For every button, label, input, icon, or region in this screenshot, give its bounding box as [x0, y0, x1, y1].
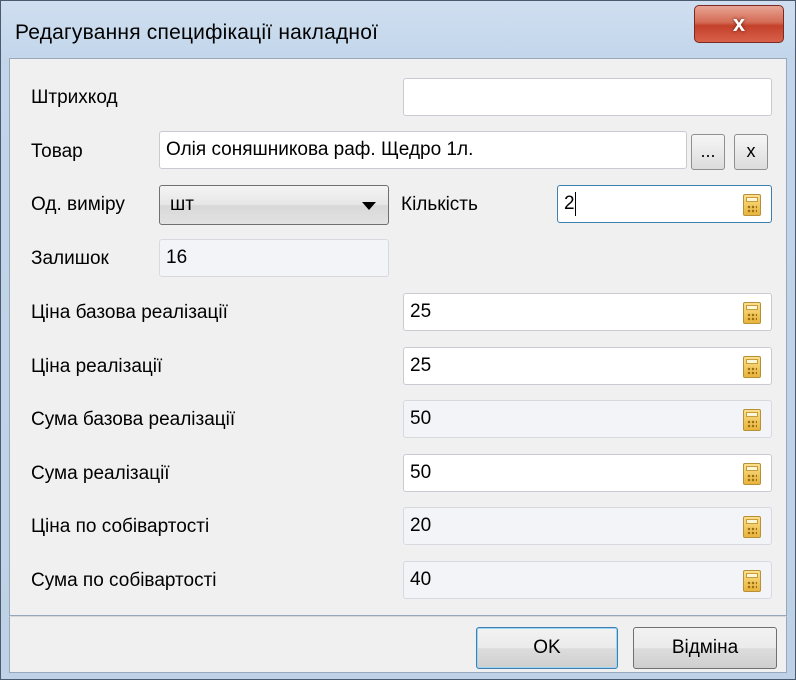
sum-label: Сума реалізації [31, 463, 170, 484]
quantity-input[interactable]: 2 [557, 185, 772, 223]
sum-value: 50 [410, 462, 432, 483]
close-button[interactable]: x [694, 5, 784, 43]
window-title: Редагування специфікації накладної [15, 21, 379, 44]
chevron-down-icon [362, 202, 376, 210]
product-browse-button[interactable]: ... [691, 134, 725, 170]
close-icon: x [732, 11, 746, 36]
calculator-icon[interactable] [743, 302, 761, 324]
base-sum-field: 50 [403, 400, 772, 438]
base-sum-value: 50 [410, 408, 432, 429]
calculator-icon[interactable] [743, 463, 761, 485]
unit-select[interactable]: шт [159, 185, 389, 225]
product-clear-button[interactable]: x [734, 134, 768, 170]
stock-value: 16 [166, 247, 188, 268]
calculator-icon[interactable] [743, 516, 761, 538]
quantity-label: Кількість [401, 194, 478, 215]
barcode-input[interactable] [403, 78, 772, 116]
sum-input[interactable]: 50 [403, 454, 772, 492]
calculator-icon[interactable] [743, 356, 761, 378]
quantity-value: 2 [564, 193, 575, 214]
product-value: Олія соняшникова раф. Щедро 1л. [166, 139, 474, 160]
unit-value: шт [170, 194, 194, 215]
base-price-label: Ціна базова реалізації [31, 302, 228, 323]
stock-field: 16 [159, 239, 389, 277]
product-input[interactable]: Олія соняшникова раф. Щедро 1л. [159, 131, 687, 169]
calculator-icon[interactable] [743, 409, 761, 431]
cost-price-label: Ціна по собівартості [31, 516, 210, 537]
text-cursor [575, 192, 576, 216]
product-label: Товар [31, 141, 83, 162]
cancel-button[interactable]: Відміна [633, 627, 777, 669]
base-price-input[interactable]: 25 [403, 293, 772, 331]
calculator-icon[interactable] [743, 194, 761, 216]
cost-sum-field: 40 [403, 561, 772, 599]
ok-button[interactable]: OK [476, 627, 618, 669]
price-input[interactable]: 25 [403, 347, 772, 385]
price-value: 25 [410, 355, 432, 376]
cost-sum-value: 40 [410, 569, 432, 590]
base-price-value: 25 [410, 301, 432, 322]
cost-price-value: 20 [410, 515, 432, 536]
base-sum-label: Сума базова реалізації [31, 409, 236, 430]
unit-label: Од. виміру [31, 194, 125, 215]
stock-label: Залишок [31, 248, 109, 269]
price-label: Ціна реалізації [31, 356, 163, 377]
barcode-label: Штрихкод [31, 87, 118, 108]
cost-price-field: 20 [403, 507, 772, 545]
dialog-window: Редагування специфікації накладної x Штр… [0, 0, 796, 680]
title-bar[interactable]: Редагування специфікації накладної x [1, 1, 795, 59]
cost-sum-label: Сума по собівартості [31, 570, 217, 591]
calculator-icon[interactable] [743, 570, 761, 592]
